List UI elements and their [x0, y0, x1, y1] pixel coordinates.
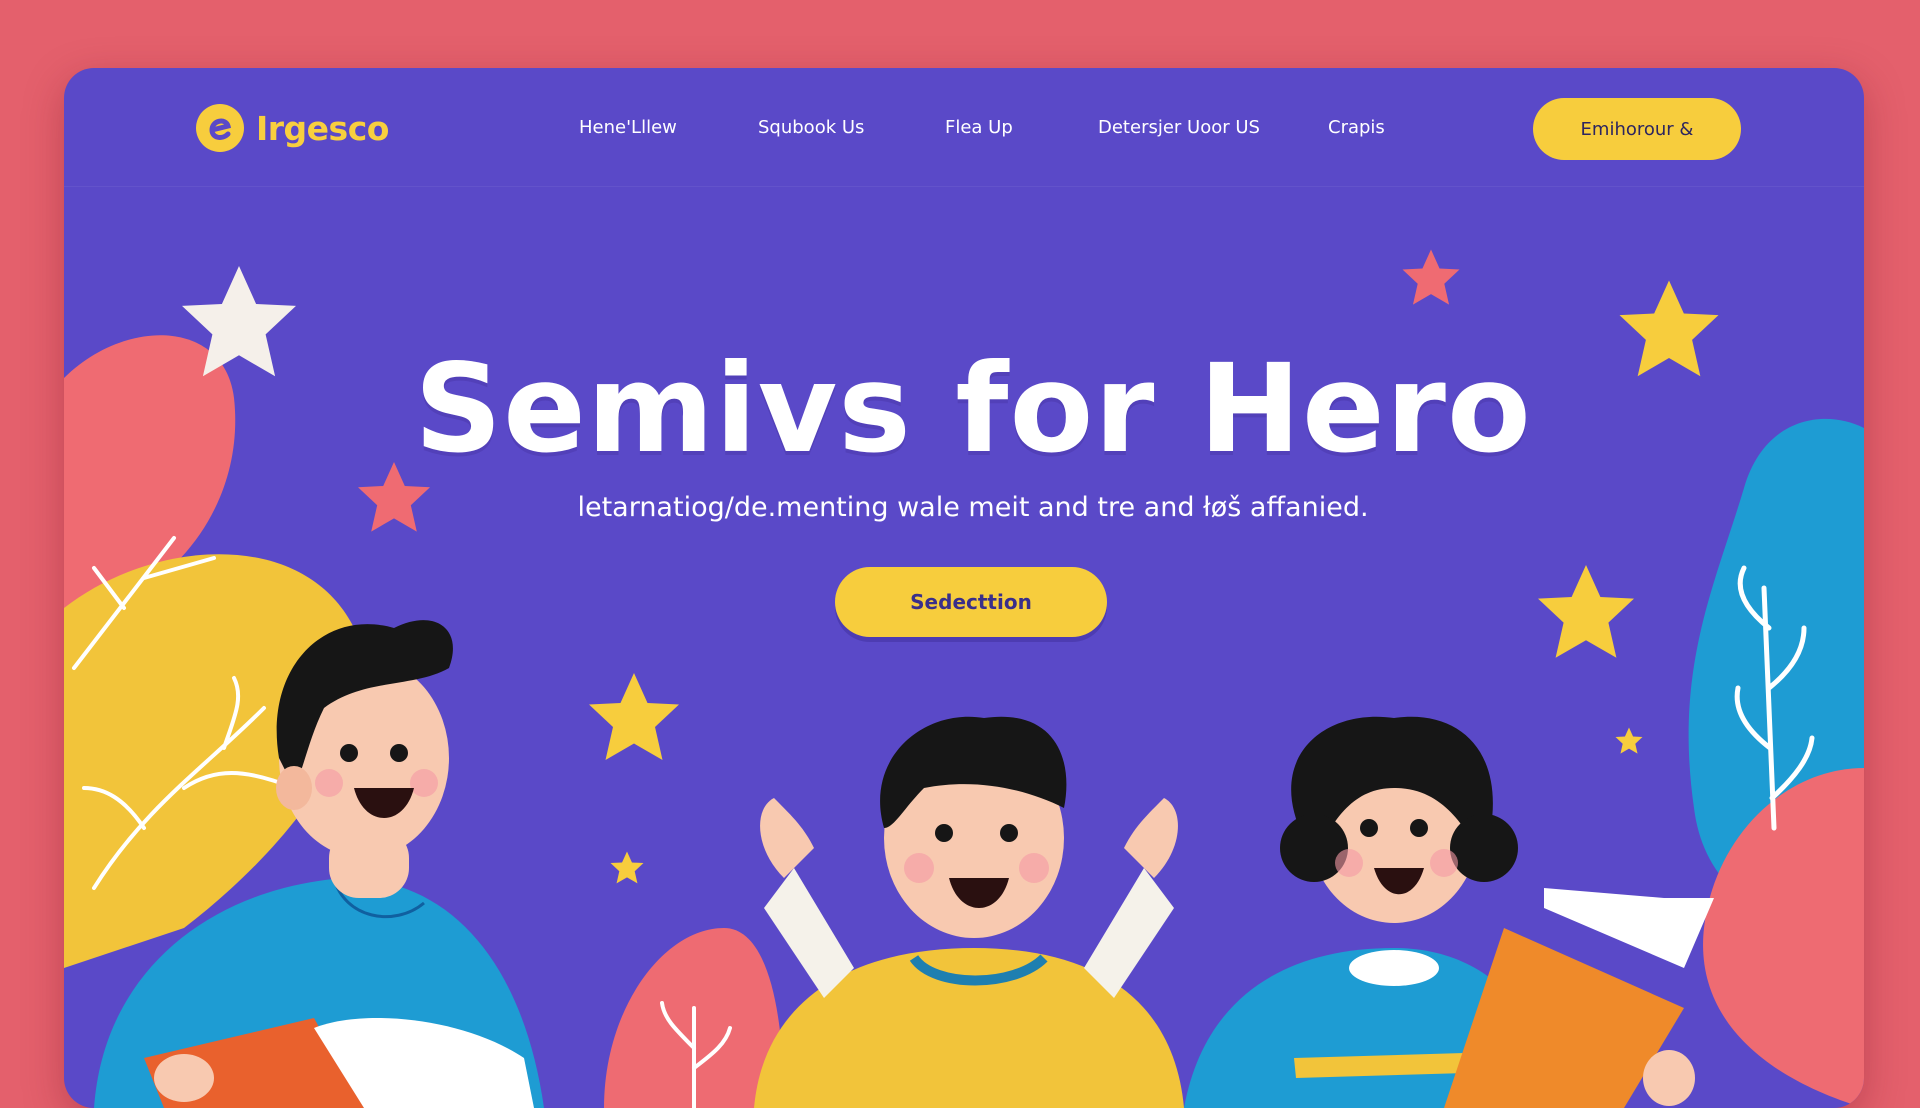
brand-logo[interactable]: Irgesco — [194, 102, 389, 154]
nav-item-2[interactable]: Squbook Us — [758, 117, 864, 138]
nav-item-1[interactable]: Hene'Lllew — [579, 117, 677, 138]
nav-item-5[interactable]: Crapis — [1328, 117, 1385, 138]
hero-title: Semivs for Hero — [414, 338, 1532, 480]
right-character — [1184, 716, 1714, 1108]
hero-cta-button[interactable]: Sedecttion — [835, 567, 1107, 637]
star-icon — [1615, 727, 1643, 754]
top-navigation-bar: Irgesco Hene'Lllew Squbook Us Flea Up De… — [64, 68, 1864, 187]
page-frame: Irgesco Hene'Lllew Squbook Us Flea Up De… — [64, 68, 1864, 1108]
star-icon — [589, 673, 679, 760]
nav-item-3[interactable]: Flea Up — [945, 117, 1013, 138]
brand-name: Irgesco — [256, 108, 389, 148]
star-icon — [1538, 565, 1634, 658]
center-character — [754, 716, 1184, 1108]
star-icon — [610, 851, 644, 884]
header-cta-button[interactable]: Emihorour & — [1533, 98, 1741, 160]
logo-mark-icon — [196, 104, 244, 152]
star-icon — [1402, 249, 1460, 305]
hero-subtitle: letarnatiog/de.menting wale meit and tre… — [577, 492, 1369, 523]
nav-item-4[interactable]: Detersjer Uoor US — [1098, 117, 1260, 138]
